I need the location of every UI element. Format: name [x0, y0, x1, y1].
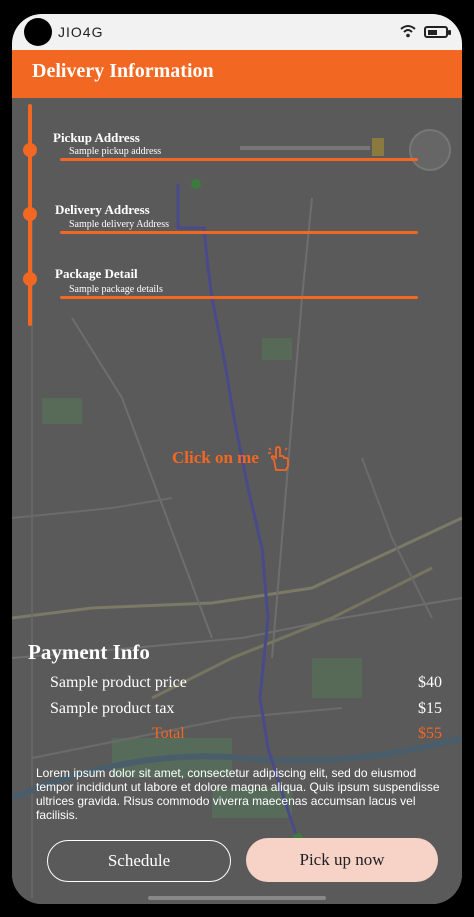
home-indicator[interactable]: [148, 896, 326, 900]
tax-label: Sample product tax: [50, 700, 175, 717]
wifi-icon: [400, 25, 416, 38]
pickup-address-label: Pickup Address: [53, 130, 140, 145]
payment-row-total: Total $55: [50, 725, 442, 747]
status-bar: JIO4G: [12, 14, 462, 50]
tax-amount: $15: [418, 700, 442, 717]
app-header: Delivery Information: [12, 50, 462, 98]
timeline-dot-pickup: [23, 143, 37, 157]
timeline-dot-delivery: [23, 207, 37, 221]
payment-row-price: Sample product price $40: [50, 674, 442, 696]
screen: JIO4G Delivery Information Pickup Addres…: [12, 14, 462, 904]
package-detail-value[interactable]: Sample package details: [69, 284, 163, 295]
timeline-dot-package: [23, 272, 37, 286]
price-label: Sample product price: [50, 674, 187, 691]
camera-cutout: [24, 18, 52, 46]
package-detail-label: Package Detail: [55, 266, 138, 281]
total-label: Total: [152, 725, 185, 742]
phone-frame: JIO4G Delivery Information Pickup Addres…: [0, 0, 474, 917]
delivery-address-value[interactable]: Sample delivery Address: [69, 219, 169, 230]
payment-row-tax: Sample product tax $15: [50, 700, 442, 722]
payment-info-title: Payment Info: [28, 640, 150, 664]
price-amount: $40: [418, 674, 442, 691]
battery-icon: [424, 26, 451, 38]
total-amount: $55: [418, 725, 442, 742]
delivery-address-field[interactable]: [60, 231, 418, 234]
payment-description: Lorem ipsum dolor sit amet, consectetur …: [36, 766, 440, 822]
pickup-address-value[interactable]: Sample pickup address: [69, 146, 161, 157]
delivery-address-label: Delivery Address: [55, 202, 150, 217]
page-title: Delivery Information: [32, 60, 214, 82]
click-on-me-link[interactable]: Click on me: [172, 448, 259, 468]
pointer-hand-icon[interactable]: [268, 446, 290, 472]
pickup-address-field[interactable]: [60, 158, 418, 161]
schedule-button[interactable]: Schedule: [47, 840, 231, 882]
pick-up-now-button[interactable]: Pick up now: [246, 838, 438, 882]
package-detail-field[interactable]: [60, 296, 418, 299]
carrier-label: JIO4G: [58, 24, 104, 40]
